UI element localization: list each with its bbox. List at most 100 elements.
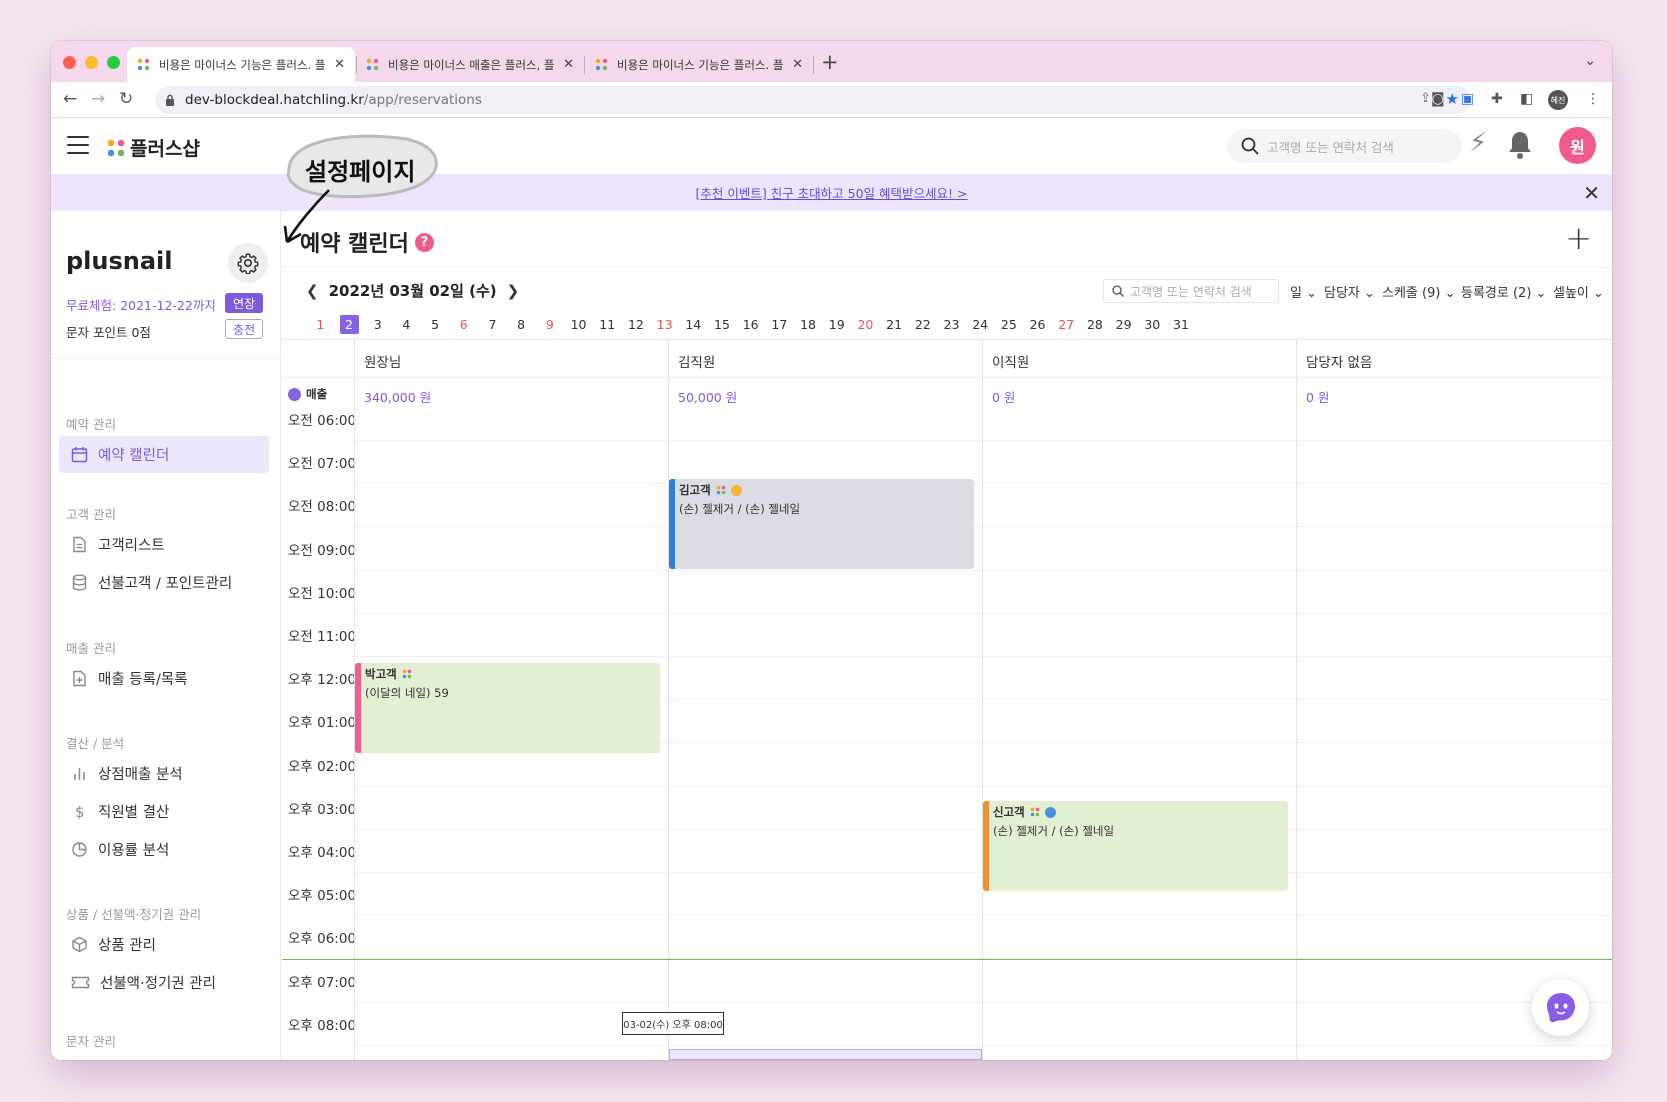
day-11[interactable]: 11: [593, 315, 622, 334]
sidebar-item-customer-list[interactable]: 고객리스트: [59, 526, 269, 563]
sidebar-item-label: 매출 등록/목록: [98, 672, 188, 688]
day-15[interactable]: 15: [708, 315, 737, 334]
close-banner-icon[interactable]: ✕: [1583, 181, 1600, 205]
settings-button[interactable]: [228, 243, 268, 283]
reload-icon[interactable]: ↻: [119, 89, 133, 109]
day-29[interactable]: 29: [1109, 315, 1138, 334]
day-30[interactable]: 30: [1138, 315, 1167, 334]
day-23[interactable]: 23: [937, 315, 966, 334]
close-window-button[interactable]: [63, 56, 76, 69]
plusshop-channel-icon: [716, 485, 726, 495]
day-16[interactable]: 16: [736, 315, 765, 334]
sidebar-item-label: 상품 관리: [98, 938, 156, 954]
sidebar-item-usage-analysis[interactable]: 이용률 분석: [59, 831, 269, 868]
day-7[interactable]: 7: [478, 315, 507, 334]
back-icon[interactable]: ←: [63, 89, 77, 109]
close-tab-icon[interactable]: ✕: [563, 57, 574, 72]
extensions-puzzle-icon[interactable]: ✚: [1491, 91, 1503, 107]
day-13[interactable]: 13: [650, 315, 679, 334]
filter-label: 일: [1290, 286, 1302, 301]
day-2[interactable]: 2: [339, 315, 359, 334]
day-31[interactable]: 31: [1167, 315, 1196, 334]
sidebar-item-prepaid-pass-management[interactable]: 선불액·정기권 관리: [59, 964, 269, 1001]
day-8[interactable]: 8: [507, 315, 536, 334]
day-22[interactable]: 22: [908, 315, 937, 334]
share-icon[interactable]: ⇪: [1420, 91, 1431, 106]
plusshop-favicon-icon: [595, 58, 608, 70]
hamburger-menu-icon[interactable]: [67, 136, 89, 160]
promo-banner-link[interactable]: [추천 이벤트] 친구 초대하고 50일 혜택받으세요! >: [696, 183, 968, 202]
extend-button[interactable]: 연장: [225, 293, 263, 313]
appointment-card[interactable]: 김고객 (손) 젤제거 / (손) 젤네일: [669, 479, 974, 569]
bell-icon[interactable]: [1507, 130, 1533, 160]
day-5[interactable]: 5: [421, 315, 450, 334]
url-path: /app/reservations: [363, 92, 482, 108]
hour-gridline: [354, 1044, 1612, 1046]
appointment-card[interactable]: 박고객 (이달의 네일) 59: [355, 663, 660, 753]
next-date-icon[interactable]: ❯: [507, 282, 520, 300]
day-26[interactable]: 26: [1023, 315, 1052, 334]
view-mode-dropdown[interactable]: 일 ⌄: [1290, 282, 1317, 301]
day-12[interactable]: 12: [622, 315, 651, 334]
sidebar-item-reservation-calendar[interactable]: 예약 캘린더: [59, 436, 269, 473]
staff-filter-dropdown[interactable]: 담당자 ⌄: [1324, 282, 1375, 301]
day-6[interactable]: 6: [449, 315, 478, 334]
add-reservation-button[interactable]: +: [1565, 219, 1592, 257]
day-9[interactable]: 9: [536, 315, 565, 334]
sidebar-item-product-management[interactable]: 상품 관리: [59, 926, 269, 963]
current-date[interactable]: 2022년 03월 02일 (수): [329, 280, 497, 301]
new-tab-icon[interactable]: +: [821, 50, 839, 74]
cell-height-dropdown[interactable]: 셀높이 ⌄: [1553, 282, 1604, 301]
day-14[interactable]: 14: [679, 315, 708, 334]
day-21[interactable]: 21: [880, 315, 909, 334]
hover-slot[interactable]: [669, 1049, 982, 1060]
settings-annotation-text: 설정페이지: [305, 158, 416, 186]
day-25[interactable]: 25: [995, 315, 1024, 334]
lightning-icon[interactable]: ⚡: [1469, 128, 1487, 158]
sidebar-item-sales-register[interactable]: 매출 등록/목록: [59, 660, 269, 697]
user-avatar[interactable]: 원: [1559, 127, 1596, 164]
day-1[interactable]: 1: [306, 315, 335, 334]
appointment-card[interactable]: 신고객 (손) 젤제거 / (손) 젤네일: [983, 801, 1288, 891]
browser-tab-1[interactable]: 비용은 마이너스 기능은 플러스. 플러스 ✕: [127, 47, 355, 82]
chat-button[interactable]: [1532, 979, 1589, 1036]
forward-icon[interactable]: →: [91, 89, 105, 109]
header-search-input[interactable]: 고객명 또는 연락처 검색: [1227, 129, 1462, 163]
day-28[interactable]: 28: [1081, 315, 1110, 334]
schedule-filter-dropdown[interactable]: 스케줄 (9) ⌄: [1382, 282, 1455, 301]
sidebar-item-store-sales-analysis[interactable]: 상점매출 분석: [59, 755, 269, 792]
browser-tab-3[interactable]: 비용은 마이너스 기능은 플러스. 플러스 ✕: [585, 47, 813, 82]
side-panel-icon[interactable]: ◧: [1520, 91, 1533, 107]
browser-profile-avatar[interactable]: 혜진: [1548, 90, 1568, 110]
calendar-search-input[interactable]: 고객명 또는 연락처 검색: [1103, 279, 1279, 303]
browser-menu-icon[interactable]: ⋮: [1586, 91, 1600, 107]
charge-button[interactable]: 충전: [225, 319, 263, 339]
day-24[interactable]: 24: [966, 315, 995, 334]
translate-icon[interactable]: ▣: [1461, 91, 1474, 107]
close-tab-icon[interactable]: ✕: [792, 57, 803, 72]
bookmark-star-icon[interactable]: ★: [1446, 90, 1459, 108]
sidebar-item-staff-settlement[interactable]: $ 직원별 결산: [59, 793, 269, 830]
minimize-window-button[interactable]: [85, 56, 98, 69]
day-17[interactable]: 17: [765, 315, 794, 334]
day-18[interactable]: 18: [794, 315, 823, 334]
sidebar-item-prepaid-points[interactable]: 선불고객 / 포인트관리: [59, 564, 269, 601]
url-host: dev-blockdeal.hatchling.kr: [185, 92, 364, 108]
camera-icon[interactable]: ◙: [1431, 91, 1445, 107]
browser-tab-2[interactable]: 비용은 마이너스 매출은 플러스, 플러스 ✕: [356, 47, 584, 82]
day-10[interactable]: 10: [564, 315, 593, 334]
day-3[interactable]: 3: [363, 315, 392, 334]
channel-filter-dropdown[interactable]: 등록경로 (2) ⌄: [1461, 282, 1546, 301]
url-bar[interactable]: dev-blockdeal.hatchling.kr/app/reservati…: [155, 86, 1471, 114]
zoom-window-button[interactable]: [107, 56, 120, 69]
close-tab-icon[interactable]: ✕: [334, 57, 345, 72]
day-19[interactable]: 19: [822, 315, 851, 334]
day-4[interactable]: 4: [392, 315, 421, 334]
day-20[interactable]: 20: [851, 315, 880, 334]
prev-date-icon[interactable]: ❮: [306, 282, 319, 300]
brand-logo[interactable]: 플러스샵: [106, 134, 200, 161]
day-27[interactable]: 27: [1052, 315, 1081, 334]
sidebar-item-label: 선불고객 / 포인트관리: [98, 576, 233, 592]
tab-search-icon[interactable]: ⌄: [1584, 53, 1596, 69]
staff-sales: 0 원: [992, 390, 1016, 405]
